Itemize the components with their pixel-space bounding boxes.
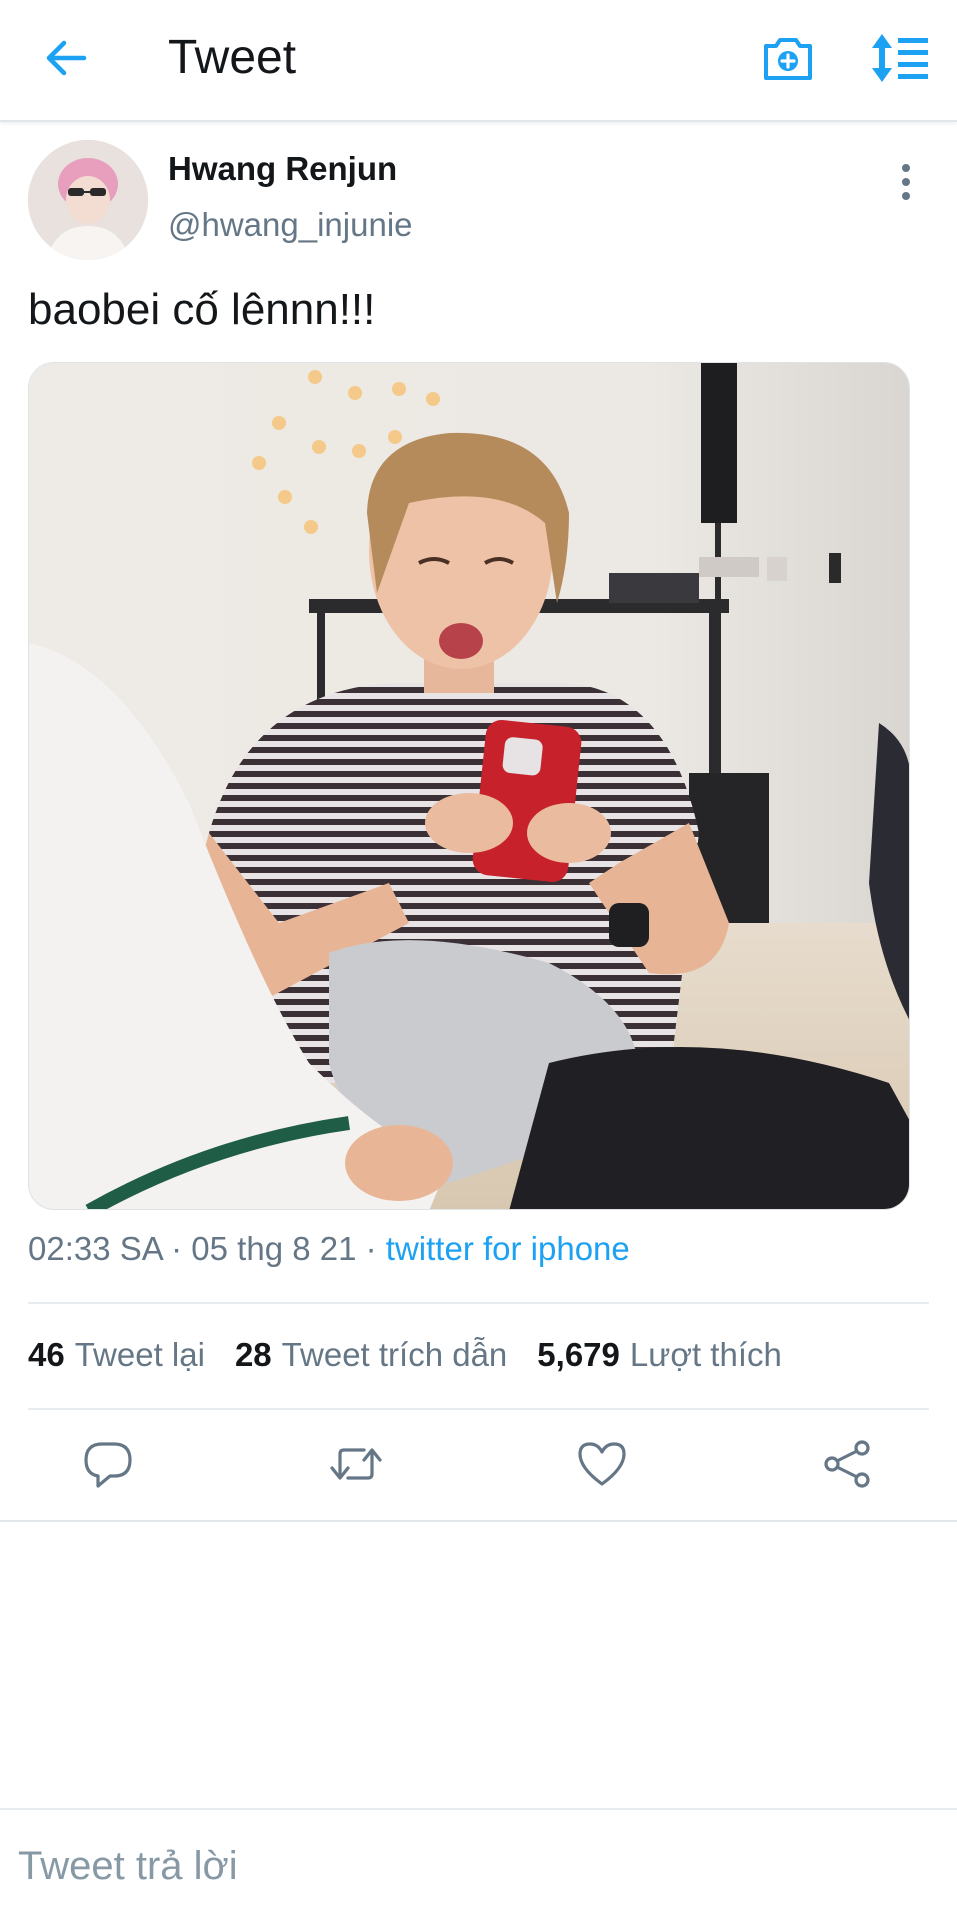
tweet-time: 02:33 SA (28, 1230, 162, 1267)
tweet-stats: 46 Tweet lại 28 Tweet trích dẫn 5,679 Lượt … (28, 1336, 812, 1374)
section-separator (0, 1520, 957, 1522)
tweet-source-link[interactable]: twitter for iphone (386, 1230, 630, 1267)
heart-icon (578, 1442, 626, 1486)
tweet-actions (0, 1408, 957, 1520)
top-app-bar: Tweet (0, 0, 957, 122)
meta-separator: · (365, 1230, 377, 1267)
like-button[interactable] (574, 1436, 634, 1492)
quotes-stat[interactable]: 28 Tweet trích dẫn (235, 1336, 507, 1374)
retweets-count: 46 (28, 1336, 65, 1373)
retweets-stat[interactable]: 46 Tweet lại (28, 1336, 205, 1374)
more-vertical-icon (902, 164, 910, 200)
retweets-label: Tweet lại (74, 1336, 205, 1373)
tweet-text: baobei cố lênnn!!! (28, 285, 376, 334)
likes-label: Lượt thích (629, 1336, 782, 1373)
sort-list-icon (872, 34, 928, 82)
reply-input[interactable] (18, 1836, 938, 1896)
arrow-left-icon (46, 40, 87, 76)
meta-separator: · (171, 1230, 183, 1267)
share-button[interactable] (820, 1436, 880, 1492)
more-options-button[interactable] (886, 160, 926, 204)
retweet-button[interactable] (328, 1436, 388, 1492)
sort-button[interactable] (868, 30, 930, 86)
reply-button[interactable] (80, 1436, 140, 1492)
back-button[interactable] (36, 28, 96, 88)
reply-icon (84, 1442, 132, 1488)
divider (28, 1302, 929, 1304)
tweet-photo[interactable] (28, 362, 910, 1210)
tweet-date: 05 thg 8 21 (191, 1230, 357, 1267)
camera-button[interactable] (760, 30, 816, 86)
reply-composer (0, 1808, 957, 1920)
likes-count: 5,679 (537, 1336, 620, 1373)
retweet-icon (330, 1448, 382, 1480)
tweet-detail-screen: Tweet Hwang Renjun @hwang_injunie baobei… (0, 0, 957, 1920)
author-display-name[interactable]: Hwang Renjun (168, 150, 397, 188)
tweet-meta: 02:33 SA · 05 thg 8 21 · twitter for iph… (28, 1230, 630, 1268)
likes-stat[interactable]: 5,679 Lượt thích (537, 1336, 782, 1374)
photo-image (29, 363, 909, 1209)
share-icon (824, 1440, 870, 1488)
avatar-image (28, 140, 148, 260)
avatar[interactable] (28, 140, 148, 260)
camera-plus-icon (764, 38, 812, 80)
author-username[interactable]: @hwang_injunie (168, 206, 413, 244)
quotes-count: 28 (234, 1336, 272, 1373)
page-title: Tweet (168, 31, 297, 84)
quotes-label: Tweet trích dẫn (281, 1336, 508, 1373)
